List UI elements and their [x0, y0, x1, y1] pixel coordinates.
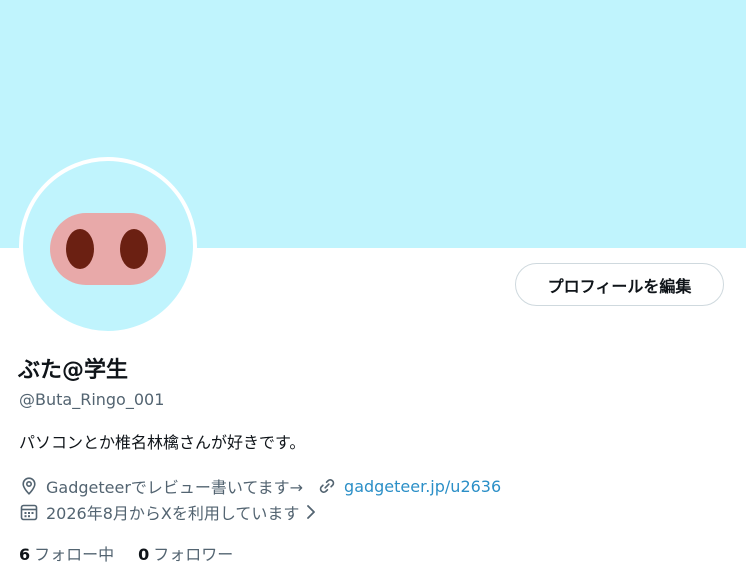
- website-link[interactable]: gadgeteer.jp/u2636: [344, 477, 501, 496]
- followers-label: フォロワー: [153, 545, 234, 564]
- joined-date-text: 2026年8月からXを利用しています: [46, 504, 300, 523]
- display-name: ぶた@学生: [18, 358, 129, 383]
- left-nostril: [66, 229, 94, 269]
- followers-count: 0: [138, 545, 150, 564]
- edit-profile-button[interactable]: プロフィールを編集: [515, 263, 724, 306]
- following-count: 6: [19, 545, 31, 564]
- pig-nose-image: [50, 213, 166, 285]
- location-pin-icon: [19, 476, 39, 496]
- following-label: フォロー中: [34, 545, 115, 564]
- following-link[interactable]: 6 フォロー中: [19, 541, 114, 565]
- link-icon: [317, 476, 337, 496]
- profile-meta-row-1: Gadgeteerでレビュー書いてます→ gadgeteer.jp/u2636: [19, 474, 501, 498]
- chevron-right-icon[interactable]: [305, 503, 317, 521]
- follow-stats: 6 フォロー中 0 フォロワー: [19, 541, 233, 565]
- right-nostril: [120, 229, 148, 269]
- user-handle: @Buta_Ringo_001: [19, 390, 165, 409]
- location-text: Gadgeteerでレビュー書いてます→: [46, 478, 304, 497]
- avatar[interactable]: [19, 157, 197, 335]
- profile-meta-row-2[interactable]: 2026年8月からXを利用しています: [19, 500, 317, 524]
- calendar-icon: [19, 502, 39, 522]
- bio: パソコンとか椎名林檎さんが好きです。: [19, 433, 306, 452]
- followers-link[interactable]: 0 フォロワー: [138, 541, 233, 565]
